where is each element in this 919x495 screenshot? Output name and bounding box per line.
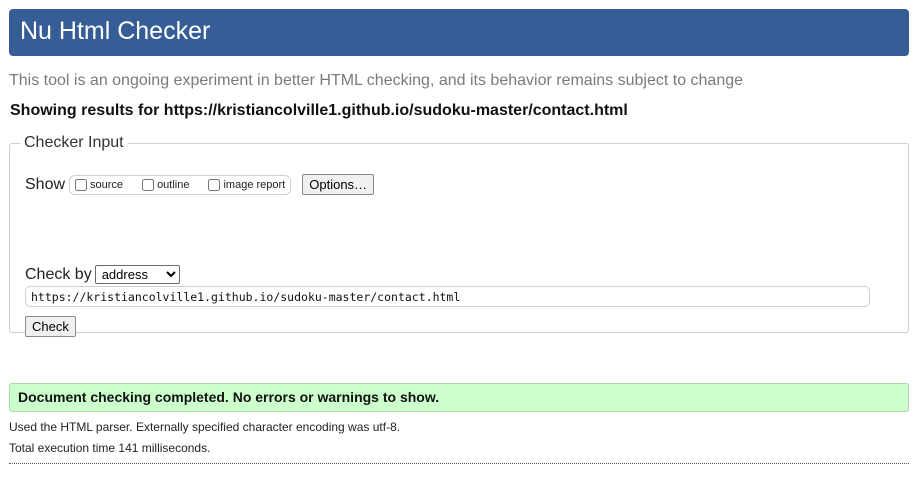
- execution-time-note: Total execution time 141 milliseconds.: [9, 441, 211, 455]
- checker-input-fieldset: Checker Input Show source outline image …: [9, 134, 909, 337]
- success-message: Document checking completed. No errors o…: [9, 383, 909, 412]
- intro-text: This tool is an ongoing experiment in be…: [9, 72, 744, 89]
- check-by-select[interactable]: address: [94, 265, 180, 284]
- outline-option-label: outline: [157, 178, 190, 191]
- check-by-label: Check by: [25, 265, 92, 283]
- show-row: Show source outline image report Options…: [25, 174, 375, 195]
- outline-option[interactable]: outline: [140, 178, 190, 191]
- image-report-option-label: image report: [223, 178, 286, 191]
- header-bar: Nu Html Checker: [9, 9, 909, 56]
- source-option-label: source: [90, 178, 124, 191]
- show-label: Show: [25, 175, 66, 193]
- dotted-divider: [9, 463, 909, 464]
- page-title: Nu Html Checker: [20, 17, 211, 45]
- url-input[interactable]: [25, 286, 870, 307]
- image-report-checkbox[interactable]: [208, 178, 221, 191]
- parser-note: Used the HTML parser. Externally specifi…: [9, 420, 401, 434]
- results-for-heading: Showing results for https://kristiancolv…: [10, 102, 628, 119]
- check-by-row: Check by address: [25, 265, 180, 284]
- options-button[interactable]: Options…: [302, 174, 375, 195]
- image-report-option[interactable]: image report: [206, 178, 286, 191]
- source-checkbox[interactable]: [75, 178, 88, 191]
- checker-input-legend: Checker Input: [24, 134, 124, 151]
- show-options-group: source outline image report: [69, 174, 292, 195]
- source-option[interactable]: source: [73, 178, 124, 191]
- outline-checkbox[interactable]: [142, 178, 155, 191]
- check-button[interactable]: Check: [25, 316, 76, 337]
